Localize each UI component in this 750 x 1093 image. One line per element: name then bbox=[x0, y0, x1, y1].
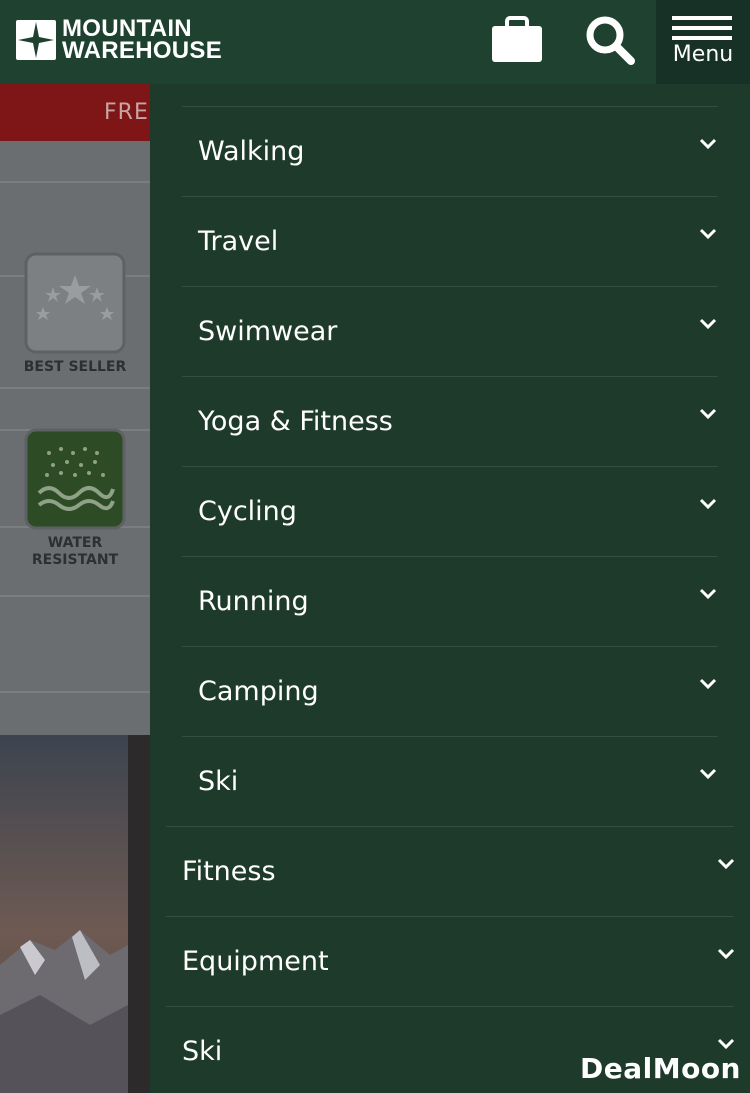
menu-item-label: Camping bbox=[198, 676, 319, 707]
menu-item-label: Cycling bbox=[198, 496, 297, 527]
menu-item-camping[interactable]: Camping bbox=[182, 646, 718, 736]
menu-button[interactable]: Menu bbox=[656, 0, 750, 84]
chevron-down-icon bbox=[699, 768, 717, 780]
chevron-down-icon bbox=[717, 858, 735, 870]
menu-item-ski-sub[interactable]: Ski bbox=[182, 736, 718, 826]
promo-text: FRE bbox=[104, 100, 149, 125]
chevron-down-icon bbox=[699, 228, 717, 240]
feature-label-line1: WATER bbox=[47, 535, 103, 551]
menu-label: Menu bbox=[672, 42, 734, 67]
menu-item-label: Swimwear bbox=[198, 316, 338, 347]
feature-label: BEST SELLER bbox=[23, 359, 127, 375]
menu-item-label: Yoga & Fitness bbox=[198, 406, 393, 437]
menu-item-running[interactable]: Running bbox=[182, 556, 718, 646]
shopping-bag-icon[interactable] bbox=[490, 16, 544, 68]
hamburger-icon bbox=[672, 16, 732, 44]
chevron-down-icon bbox=[699, 138, 717, 150]
menu-item-cycling[interactable]: Cycling bbox=[182, 466, 718, 556]
chevron-down-icon bbox=[717, 948, 735, 960]
menu-item-label: Walking bbox=[198, 136, 305, 167]
stars-badge-icon bbox=[24, 252, 126, 354]
menu-item-yoga-fitness[interactable]: Yoga & Fitness bbox=[182, 376, 718, 466]
chevron-down-icon bbox=[699, 318, 717, 330]
menu-item-label: Ski bbox=[182, 1036, 223, 1067]
menu-item-walking[interactable]: Walking bbox=[182, 106, 718, 196]
wood-plank-line bbox=[0, 181, 150, 183]
brand-name-line2: WAREHOUSE bbox=[62, 37, 223, 64]
menu-item-label: Running bbox=[198, 586, 309, 617]
menu-item-label: Travel bbox=[198, 226, 279, 257]
navigation-drawer: Walking Travel Swimwear Yoga & Fitness C… bbox=[150, 84, 750, 1093]
menu-item-fitness[interactable]: Fitness bbox=[166, 826, 735, 916]
chevron-down-icon bbox=[699, 678, 717, 690]
chevron-down-icon bbox=[717, 1038, 735, 1050]
rain-drops-icon bbox=[24, 428, 126, 530]
promo-banner[interactable]: FRE bbox=[0, 84, 150, 141]
background-product-page: BEST SELLER WATER RESISTANT bbox=[0, 141, 150, 735]
site-header: MOUNTAIN WAREHOUSE Menu bbox=[0, 0, 750, 84]
compass-star-icon bbox=[16, 20, 56, 60]
wood-plank-line bbox=[0, 691, 150, 693]
chevron-down-icon bbox=[699, 498, 717, 510]
mountain-hero-image bbox=[0, 735, 150, 1093]
chevron-down-icon bbox=[699, 588, 717, 600]
menu-item-swimwear[interactable]: Swimwear bbox=[182, 286, 718, 376]
feature-label-line2: RESISTANT bbox=[31, 552, 119, 568]
watermark: DealMoon bbox=[580, 1052, 741, 1085]
brand-logo[interactable]: MOUNTAIN WAREHOUSE bbox=[16, 17, 223, 64]
brand-name: MOUNTAIN WAREHOUSE bbox=[62, 17, 223, 64]
chevron-down-icon bbox=[699, 408, 717, 420]
menu-item-label: Fitness bbox=[182, 856, 276, 887]
menu-item-equipment[interactable]: Equipment bbox=[166, 916, 735, 1006]
search-icon[interactable] bbox=[584, 14, 636, 70]
wood-plank-line bbox=[0, 595, 150, 597]
feature-best-seller: BEST SELLER bbox=[0, 251, 150, 376]
feature-water-resistant: WATER RESISTANT bbox=[0, 427, 150, 569]
menu-item-travel[interactable]: Travel bbox=[182, 196, 718, 286]
wood-plank-line bbox=[0, 387, 150, 389]
menu-item-label: Equipment bbox=[182, 946, 329, 977]
menu-item-label: Ski bbox=[198, 766, 239, 797]
